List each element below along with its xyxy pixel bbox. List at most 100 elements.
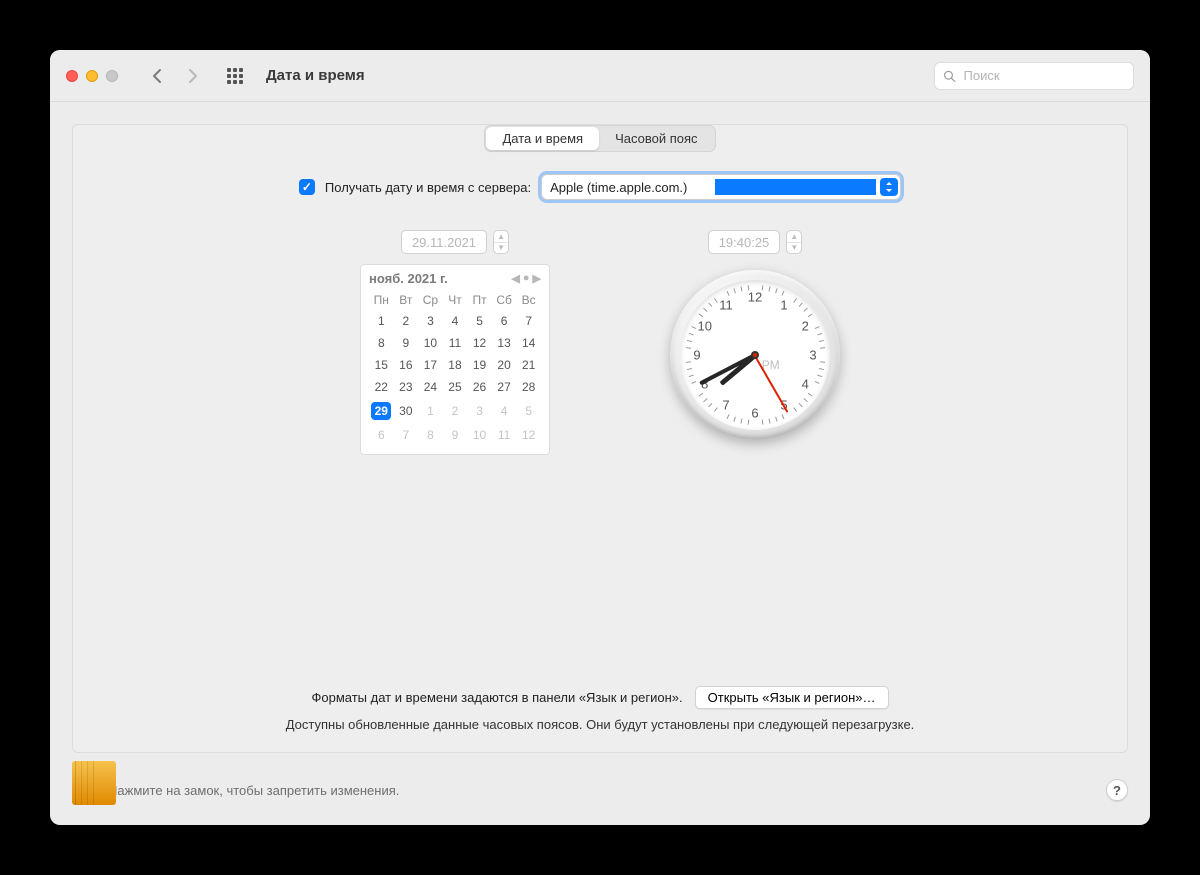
calendar-day: 8: [369, 332, 394, 354]
date-stepper: 29.11.2021 ▲ ▼: [401, 230, 509, 254]
calendar-weekday: Вт: [394, 290, 419, 310]
calendar-day: 27: [492, 376, 517, 398]
calendar-day: 28: [516, 376, 541, 398]
calendar-weekday: Вс: [516, 290, 541, 310]
calendar-day: 30: [394, 398, 419, 424]
calendar-day: 5: [467, 310, 492, 332]
formats-message: Форматы дат и времени задаются в панели …: [311, 690, 682, 705]
forward-button: [178, 62, 208, 90]
lock-bar: Нажмите на замок, чтобы запретить измене…: [50, 775, 1150, 825]
minimize-window-button[interactable]: [86, 70, 98, 82]
calendar-day: 15: [369, 354, 394, 376]
calendar-day: 6: [492, 310, 517, 332]
calendar-day: 2: [443, 398, 468, 424]
window-title: Дата и время: [266, 67, 365, 84]
clock-number: 6: [751, 406, 758, 421]
tab-date-time[interactable]: Дата и время: [486, 127, 599, 150]
calendar-day: 12: [516, 424, 541, 446]
search-input[interactable]: [962, 67, 1125, 84]
cal-prev-month-icon: ◀: [511, 272, 519, 285]
clock-number: 2: [802, 319, 809, 334]
calendar-day: 23: [394, 376, 419, 398]
calendar-day: 11: [492, 424, 517, 446]
calendar-day: 14: [516, 332, 541, 354]
back-button[interactable]: [142, 62, 172, 90]
clock-number: 12: [748, 290, 762, 305]
calendar-day: 8: [418, 424, 443, 446]
calendar-day: 12: [467, 332, 492, 354]
calendar-day: 7: [516, 310, 541, 332]
close-window-button[interactable]: [66, 70, 78, 82]
calendar-day: 17: [418, 354, 443, 376]
calendar-day: 9: [443, 424, 468, 446]
calendar-day: 16: [394, 354, 419, 376]
calendar-day: 26: [467, 376, 492, 398]
window-controls: [66, 70, 118, 82]
zoom-window-button: [106, 70, 118, 82]
auto-time-label: Получать дату и время с сервера:: [325, 180, 531, 195]
help-button[interactable]: ?: [1106, 779, 1128, 801]
date-field: 29.11.2021: [401, 230, 487, 254]
calendar-weekday: Чт: [443, 290, 468, 310]
calendar-weekday: Пн: [369, 290, 394, 310]
content-area: Дата и время Часовой пояс ✓ Получать дат…: [50, 102, 1150, 775]
lock-label: Нажмите на замок, чтобы запретить измене…: [108, 783, 399, 798]
clock-number: 1: [780, 297, 787, 312]
time-stepper-arrows: ▲ ▼: [786, 230, 802, 254]
date-stepper-arrows: ▲ ▼: [493, 230, 509, 254]
calendar-day: 24: [418, 376, 443, 398]
calendar-day: 9: [394, 332, 419, 354]
calendar-day: 3: [467, 398, 492, 424]
calendar-day: 4: [492, 398, 517, 424]
clock-cap: [751, 351, 759, 359]
chevron-up-icon: ▲: [494, 231, 508, 243]
calendar-day: 13: [492, 332, 517, 354]
time-stepper: 19:40:25 ▲ ▼: [708, 230, 803, 254]
cal-next-month-icon: ▶: [533, 272, 541, 285]
calendar-day: 19: [467, 354, 492, 376]
tz-update-message: Доступны обновленные данные часовых пояс…: [93, 717, 1107, 732]
clock-number: 4: [802, 377, 809, 392]
calendar-nav: ◀ ● ▶: [511, 272, 541, 285]
auto-time-checkbox[interactable]: ✓: [299, 179, 315, 195]
clock-number: 11: [719, 297, 733, 312]
calendar-day: 11: [443, 332, 468, 354]
show-all-button[interactable]: [220, 62, 250, 90]
cal-today-icon: ●: [523, 272, 530, 285]
calendar-day: 7: [394, 424, 419, 446]
calendar-day: 4: [443, 310, 468, 332]
calendar-day: 1: [369, 310, 394, 332]
chevron-down-icon: ▼: [787, 243, 801, 254]
calendar-day: 25: [443, 376, 468, 398]
tab-timezone[interactable]: Часовой пояс: [599, 127, 713, 150]
calendar-day: 20: [492, 354, 517, 376]
search-icon: [943, 69, 956, 83]
time-field: 19:40:25: [708, 230, 781, 254]
date-time-pane: Дата и время Часовой пояс ✓ Получать дат…: [72, 124, 1128, 753]
analog-clock: PM 123456789101112: [670, 270, 840, 440]
auto-time-row: ✓ Получать дату и время с сервера: Apple…: [93, 174, 1107, 200]
calendar-day: 10: [467, 424, 492, 446]
time-column: 19:40:25 ▲ ▼ PM 123456789101112: [670, 230, 840, 455]
clock-number: 9: [693, 348, 700, 363]
time-server-value: Apple (time.apple.com.): [550, 180, 712, 195]
open-language-region-button[interactable]: Открыть «Язык и регион»…: [695, 686, 889, 709]
toolbar: Дата и время: [50, 50, 1150, 102]
lock-icon[interactable]: [72, 775, 96, 805]
calendar-day: 3: [418, 310, 443, 332]
calendar-day: 18: [443, 354, 468, 376]
calendar-grid: ПнВтСрЧтПтСбВс 1234567891011121314151617…: [369, 290, 541, 446]
clock-number: 3: [809, 348, 816, 363]
text-cursor: [715, 179, 877, 195]
search-field[interactable]: [934, 62, 1134, 90]
date-column: 29.11.2021 ▲ ▼ нояб. 2021 г. ◀ ● ▶: [360, 230, 550, 455]
calendar-day: 1: [418, 398, 443, 424]
calendar-day: 10: [418, 332, 443, 354]
calendar-weekday: Пт: [467, 290, 492, 310]
chevron-updown-icon[interactable]: [880, 178, 898, 196]
calendar: нояб. 2021 г. ◀ ● ▶ ПнВтСрЧтПтСбВс 12345…: [360, 264, 550, 455]
calendar-day: 6: [369, 424, 394, 446]
calendar-day: 22: [369, 376, 394, 398]
clock-number: 10: [698, 319, 712, 334]
time-server-combo[interactable]: Apple (time.apple.com.): [541, 174, 901, 200]
